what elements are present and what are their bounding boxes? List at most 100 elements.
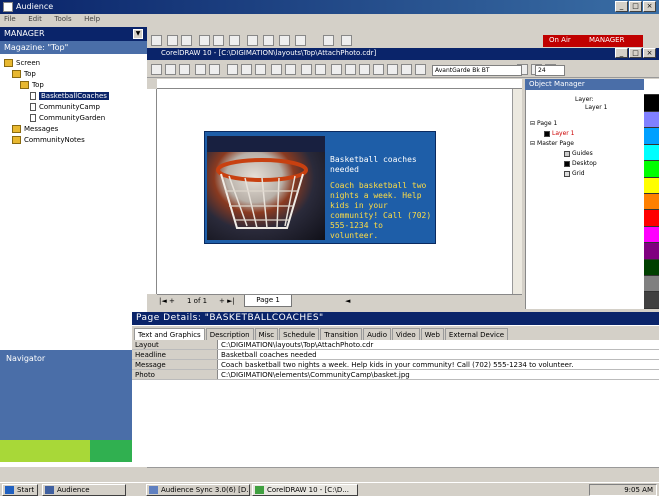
manager-dropdown-icon[interactable]: ▼ bbox=[133, 29, 143, 39]
interactive-icon[interactable] bbox=[387, 64, 398, 75]
row-value[interactable]: Basketball coaches needed bbox=[218, 350, 659, 359]
first-page-icon[interactable]: |◄ + bbox=[159, 297, 175, 305]
object-tree-page1[interactable]: ⊟ Page 1 bbox=[530, 120, 557, 127]
font-name-select[interactable]: AvantGarde Bk BT bbox=[432, 65, 522, 76]
palette-swatch[interactable] bbox=[644, 177, 659, 194]
tree-item[interactable]: Top bbox=[20, 81, 44, 89]
zoom-icon[interactable] bbox=[301, 64, 312, 75]
outline-icon[interactable] bbox=[415, 64, 426, 75]
palette-swatch[interactable] bbox=[644, 111, 659, 129]
navigator-preview[interactable] bbox=[0, 440, 147, 462]
close-button[interactable]: × bbox=[643, 1, 656, 12]
rectangle-icon[interactable] bbox=[331, 64, 342, 75]
preview-icon[interactable] bbox=[341, 35, 352, 46]
corel-maximize-button[interactable]: □ bbox=[629, 48, 642, 58]
page-tab[interactable]: Page 1 bbox=[244, 295, 292, 307]
canvas-vertical-scrollbar[interactable] bbox=[512, 89, 522, 294]
corel-new-icon[interactable] bbox=[151, 64, 162, 75]
ad-body-text[interactable]: Coach basketball two nights a week. Help… bbox=[330, 181, 434, 241]
palette-swatch[interactable] bbox=[644, 95, 659, 112]
page-details-tab[interactable]: Description bbox=[205, 328, 254, 340]
menu-help[interactable]: Help bbox=[84, 15, 100, 23]
pointer-icon[interactable] bbox=[271, 64, 282, 75]
page-details-tab[interactable]: External Device bbox=[444, 328, 509, 340]
page-details-tab[interactable]: Transition bbox=[320, 328, 363, 340]
polygon-icon[interactable] bbox=[359, 64, 370, 75]
tree-item[interactable]: BasketballCoaches bbox=[30, 92, 109, 100]
palette-swatch[interactable] bbox=[644, 259, 659, 277]
fill-icon[interactable] bbox=[401, 64, 412, 75]
corel-open-icon[interactable] bbox=[165, 64, 176, 75]
freehand-icon[interactable] bbox=[315, 64, 326, 75]
palette-swatch[interactable] bbox=[644, 79, 659, 96]
corel-copy-icon[interactable] bbox=[241, 64, 252, 75]
ad-headline[interactable]: Basketball coaches needed bbox=[330, 155, 434, 175]
page-details-tab[interactable]: Web bbox=[420, 328, 444, 340]
page-details-tab[interactable]: Text and Graphics bbox=[134, 328, 205, 340]
tree-item[interactable]: Messages bbox=[12, 125, 58, 133]
taskbar-audience[interactable]: Audience bbox=[42, 484, 126, 496]
menu-tools[interactable]: Tools bbox=[54, 15, 71, 23]
palette-swatch[interactable] bbox=[644, 210, 659, 227]
on-air-indicator[interactable]: On Air MANAGER bbox=[543, 35, 643, 47]
palette-swatch[interactable] bbox=[644, 243, 659, 260]
menu-file[interactable]: File bbox=[4, 15, 16, 23]
tree-item[interactable]: CommunityGarden bbox=[30, 114, 105, 122]
object-tree-master-page[interactable]: ⊟ Master Page bbox=[530, 140, 574, 147]
redo-icon[interactable] bbox=[209, 64, 220, 75]
cut-icon[interactable] bbox=[227, 64, 238, 75]
palette-swatch[interactable] bbox=[644, 144, 659, 162]
palette-swatch[interactable] bbox=[644, 193, 659, 211]
copy-icon[interactable] bbox=[199, 35, 210, 46]
paste-icon[interactable] bbox=[213, 35, 224, 46]
maximize-button[interactable]: □ bbox=[629, 1, 642, 12]
tree-item[interactable]: Screen bbox=[4, 59, 40, 67]
basketball-photo[interactable] bbox=[207, 136, 325, 240]
palette-swatch[interactable] bbox=[644, 292, 659, 309]
ellipse-icon[interactable] bbox=[345, 64, 356, 75]
edit-icon[interactable] bbox=[263, 35, 274, 46]
palette-swatch[interactable] bbox=[644, 161, 659, 178]
link-icon[interactable] bbox=[279, 35, 290, 46]
page-details-tab[interactable]: Schedule bbox=[279, 328, 320, 340]
row-value[interactable]: C:\DIGIMATION\elements\CommunityCamp\bas… bbox=[218, 370, 659, 379]
binoculars-icon[interactable] bbox=[295, 35, 306, 46]
object-tree-grid[interactable]: Grid bbox=[564, 170, 585, 177]
corel-minimize-button[interactable]: _ bbox=[615, 48, 628, 58]
menu-edit[interactable]: Edit bbox=[28, 15, 42, 23]
layer-value[interactable]: Layer 1 bbox=[585, 104, 607, 111]
refresh-icon[interactable] bbox=[323, 35, 334, 46]
object-tree-desktop[interactable]: Desktop bbox=[564, 160, 597, 167]
scroll-left-icon[interactable]: ◄ bbox=[345, 297, 350, 305]
palette-swatch[interactable] bbox=[644, 226, 659, 244]
tree-item[interactable]: CommunityCamp bbox=[30, 103, 100, 111]
back-icon[interactable] bbox=[151, 35, 162, 46]
delete-icon[interactable] bbox=[247, 35, 258, 46]
row-value[interactable]: C:\DIGIMATION\layouts\Top\AttachPhoto.cd… bbox=[218, 340, 659, 349]
object-tree-guides[interactable]: Guides bbox=[564, 150, 593, 157]
page-details-tab[interactable]: Audio bbox=[363, 328, 391, 340]
open-icon[interactable] bbox=[181, 35, 192, 46]
tree-item[interactable]: CommunityNotes bbox=[12, 136, 85, 144]
taskbar-audience-sync[interactable]: Audience Sync 3.0(6) [D... bbox=[146, 484, 250, 496]
palette-swatch[interactable] bbox=[644, 276, 659, 293]
object-tree-layer1[interactable]: Layer 1 bbox=[544, 130, 574, 137]
new-icon[interactable] bbox=[167, 35, 178, 46]
shape-icon[interactable] bbox=[285, 64, 296, 75]
page-details-tab[interactable]: Video bbox=[392, 328, 420, 340]
color-palette[interactable] bbox=[644, 79, 659, 309]
page-details-tab[interactable]: Misc bbox=[254, 328, 279, 340]
undo-icon[interactable] bbox=[195, 64, 206, 75]
corel-close-button[interactable]: × bbox=[643, 48, 656, 58]
row-value[interactable]: Coach basketball two nights a week. Help… bbox=[218, 360, 659, 369]
window-icon[interactable] bbox=[229, 35, 240, 46]
start-button[interactable]: Start bbox=[2, 484, 38, 496]
palette-swatch[interactable] bbox=[644, 128, 659, 145]
minimize-button[interactable]: _ bbox=[615, 1, 628, 12]
taskbar-coreldraw[interactable]: CorelDRAW 10 - [C:\D... bbox=[252, 484, 358, 496]
font-size-select[interactable]: 24 bbox=[535, 65, 565, 76]
corel-save-icon[interactable] bbox=[179, 64, 190, 75]
text-tool-icon[interactable] bbox=[373, 64, 384, 75]
next-page-icon[interactable]: + ►| bbox=[219, 297, 235, 305]
tree-item[interactable]: Top bbox=[12, 70, 36, 78]
